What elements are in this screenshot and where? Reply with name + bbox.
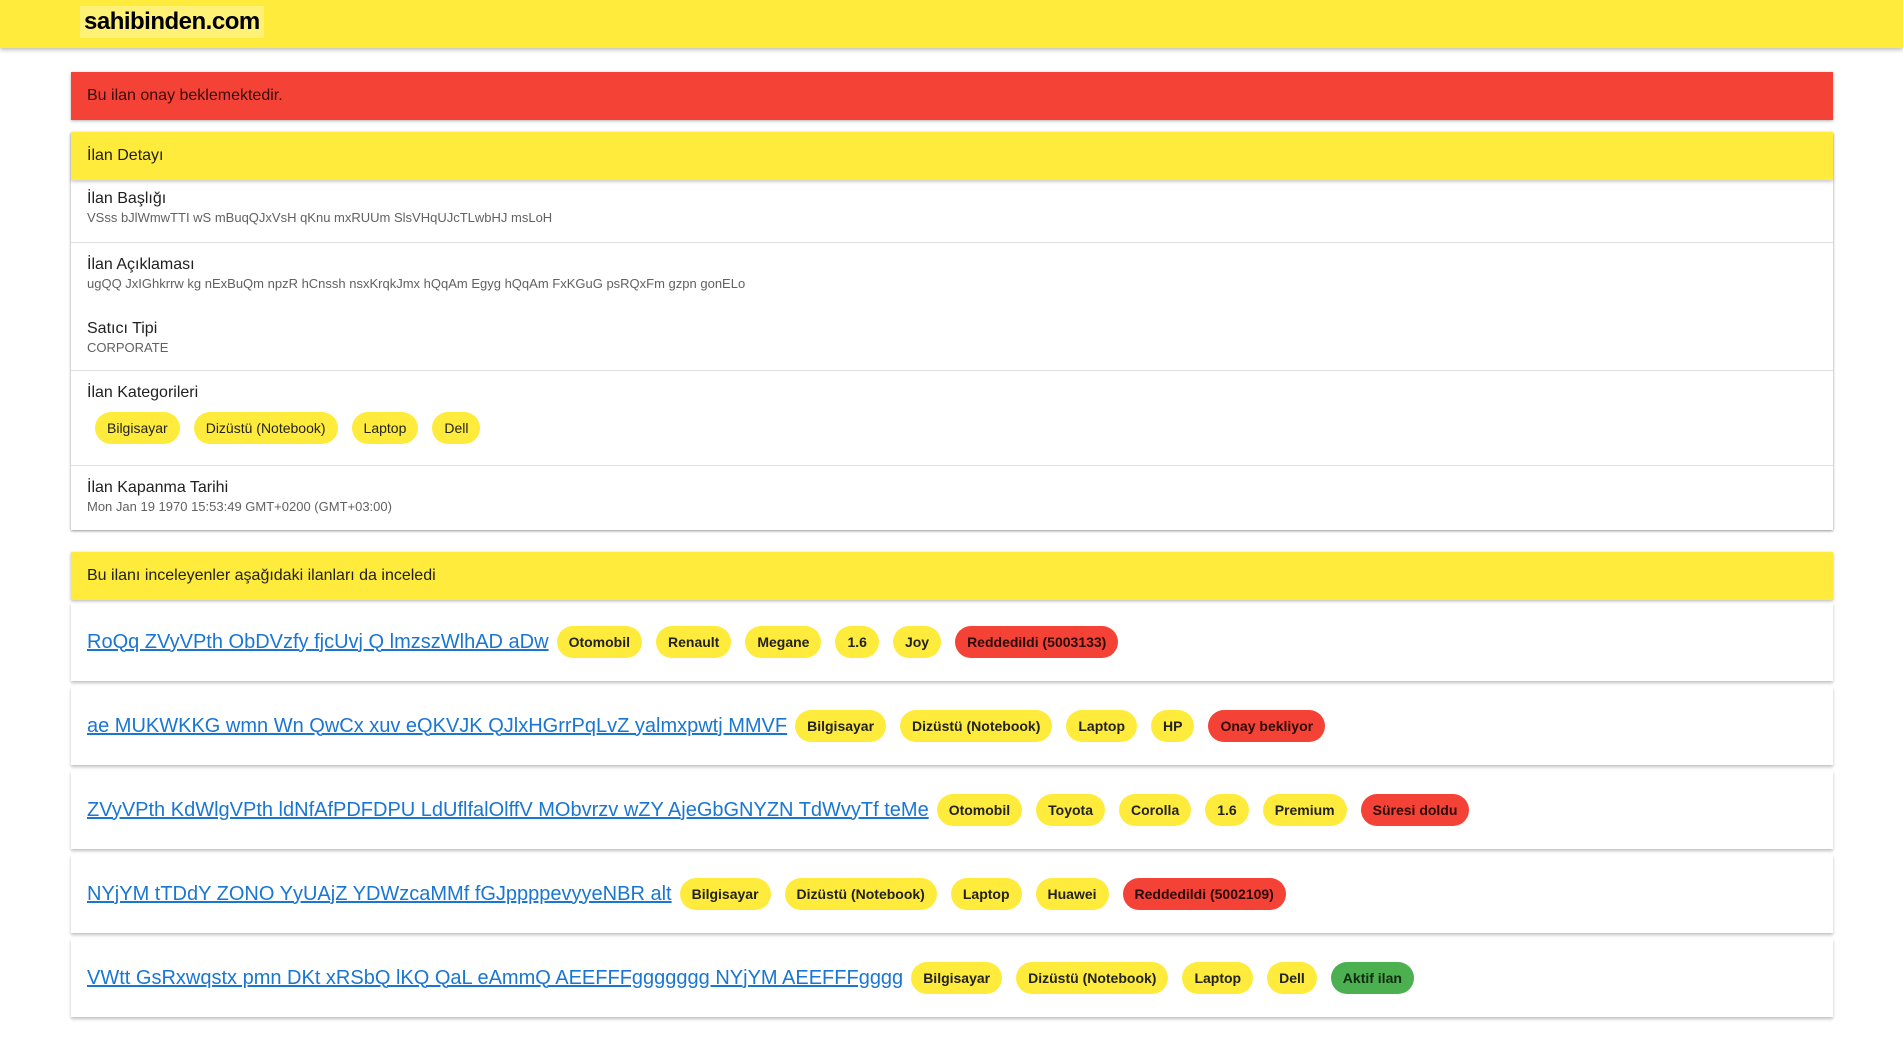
- category-chip[interactable]: Laptop: [1182, 962, 1254, 994]
- category-chip[interactable]: Dizüstü (Notebook): [1016, 962, 1169, 994]
- category-chip[interactable]: Laptop: [950, 878, 1022, 910]
- status-badge: Reddedildi (5003133): [955, 626, 1119, 658]
- category-chip[interactable]: Dizüstü (Notebook): [193, 412, 338, 444]
- category-chip[interactable]: Otomobil: [936, 794, 1023, 826]
- site-logo[interactable]: sahibinden.com: [80, 6, 264, 38]
- category-chip[interactable]: Laptop: [351, 412, 419, 444]
- seller-type-label: Satıcı Tipi: [87, 320, 158, 337]
- related-listings-header: Bu ilanı inceleyenler aşağıdaki ilanları…: [71, 552, 1833, 600]
- title-value: VSss bJlWmwTTI wS mBuqQJxVsH qKnu mxRUUm…: [87, 210, 553, 225]
- category-chip[interactable]: Premium: [1262, 794, 1347, 826]
- category-chip[interactable]: Toyota: [1036, 794, 1105, 826]
- status-badge: Aktif ilan: [1330, 962, 1414, 994]
- category-chip[interactable]: Dell: [1267, 962, 1317, 994]
- title-field: İlan Başlığı VSss bJlWmwTTI wS mBuqQJxVs…: [71, 180, 1833, 243]
- category-chip[interactable]: Bilgisayar: [911, 962, 1003, 994]
- related-listing-row: NYjYM tTDdY ZONO YyUAjZ YDWzcaMMf fGJppp…: [71, 855, 1833, 933]
- related-listing-link[interactable]: NYjYM tTDdY ZONO YyUAjZ YDWzcaMMf fGJppp…: [87, 883, 672, 906]
- category-chip[interactable]: Dizüstü (Notebook): [784, 878, 937, 910]
- seller-type-value: CORPORATE: [87, 340, 169, 355]
- listing-detail-header: İlan Detayı: [71, 132, 1833, 180]
- description-value: ugQQ JxIGhkrrw kg nExBuQm npzR hCnssh ns…: [87, 276, 746, 291]
- seller-type-field: Satıcı Tipi CORPORATE: [71, 307, 1833, 371]
- listing-detail-card: İlan Detayı İlan Başlığı VSss bJlWmwTTI …: [71, 132, 1833, 530]
- category-chip[interactable]: Huawei: [1035, 878, 1109, 910]
- close-date-label: İlan Kapanma Tarihi: [87, 479, 229, 496]
- related-listing-link[interactable]: RoQq ZVyVPth ObDVzfy fjcUvj Q lmzszWlhAD…: [87, 631, 549, 654]
- category-chip-list: Bilgisayar Dizüstü (Notebook) Laptop Dell: [87, 412, 1817, 444]
- close-date-field: İlan Kapanma Tarihi Mon Jan 19 1970 15:5…: [71, 466, 1833, 530]
- category-chip[interactable]: 1.6: [835, 626, 879, 658]
- categories-label: İlan Kategorileri: [87, 384, 199, 401]
- status-badge: Süresi doldu: [1360, 794, 1470, 826]
- category-chip[interactable]: Dizüstü (Notebook): [900, 710, 1053, 742]
- category-chip[interactable]: 1.6: [1205, 794, 1249, 826]
- category-chip[interactable]: Joy: [892, 626, 942, 658]
- title-label: İlan Başlığı: [87, 190, 167, 207]
- category-chip[interactable]: Bilgisayar: [795, 710, 887, 742]
- related-listings: Bu ilanı inceleyenler aşağıdaki ilanları…: [71, 552, 1833, 1023]
- category-chip[interactable]: Dell: [432, 412, 481, 444]
- related-listing-link[interactable]: ae MUKWKKG wmn Wn QwCx xuv eQKVJK QJlxHG…: [87, 715, 787, 738]
- related-listing-row: ZVyVPth KdWlgVPth ldNfAfPDFDPU LdUflfalO…: [71, 771, 1833, 849]
- categories-field: İlan Kategorileri Bilgisayar Dizüstü (Not…: [71, 371, 1833, 466]
- related-listing-row: ae MUKWKKG wmn Wn QwCx xuv eQKVJK QJlxHG…: [71, 687, 1833, 765]
- category-chip[interactable]: Laptop: [1066, 710, 1138, 742]
- description-label: İlan Açıklaması: [87, 256, 195, 273]
- category-chip[interactable]: HP: [1151, 710, 1195, 742]
- category-chip[interactable]: Bilgisayar: [679, 878, 771, 910]
- category-chip[interactable]: Megane: [745, 626, 822, 658]
- category-chip[interactable]: Corolla: [1119, 794, 1192, 826]
- related-listing-row: RoQq ZVyVPth ObDVzfy fjcUvj Q lmzszWlhAD…: [71, 603, 1833, 681]
- category-chip[interactable]: Otomobil: [556, 626, 642, 658]
- related-listings-list: RoQq ZVyVPth ObDVzfy fjcUvj Q lmzszWlhAD…: [71, 603, 1833, 1017]
- related-listing-link[interactable]: ZVyVPth KdWlgVPth ldNfAfPDFDPU LdUflfalO…: [87, 799, 929, 822]
- related-listing-link[interactable]: VWtt GsRxwqstx pmn DKt xRSbQ lKQ QaL eAm…: [87, 967, 903, 990]
- status-badge: Onay bekliyor: [1208, 710, 1326, 742]
- close-date-value: Mon Jan 19 1970 15:53:49 GMT+0200 (GMT+0…: [87, 499, 392, 514]
- category-chip[interactable]: Renault: [656, 626, 732, 658]
- status-badge: Reddedildi (5002109): [1122, 878, 1286, 910]
- top-bar: sahibinden.com: [0, 0, 1903, 48]
- pending-approval-alert: Bu ilan onay beklemektedir.: [71, 72, 1833, 120]
- category-chip[interactable]: Bilgisayar: [95, 412, 180, 444]
- related-listing-row: VWtt GsRxwqstx pmn DKt xRSbQ lKQ QaL eAm…: [71, 939, 1833, 1017]
- description-field: İlan Açıklaması ugQQ JxIGhkrrw kg nExBuQ…: [71, 243, 1833, 307]
